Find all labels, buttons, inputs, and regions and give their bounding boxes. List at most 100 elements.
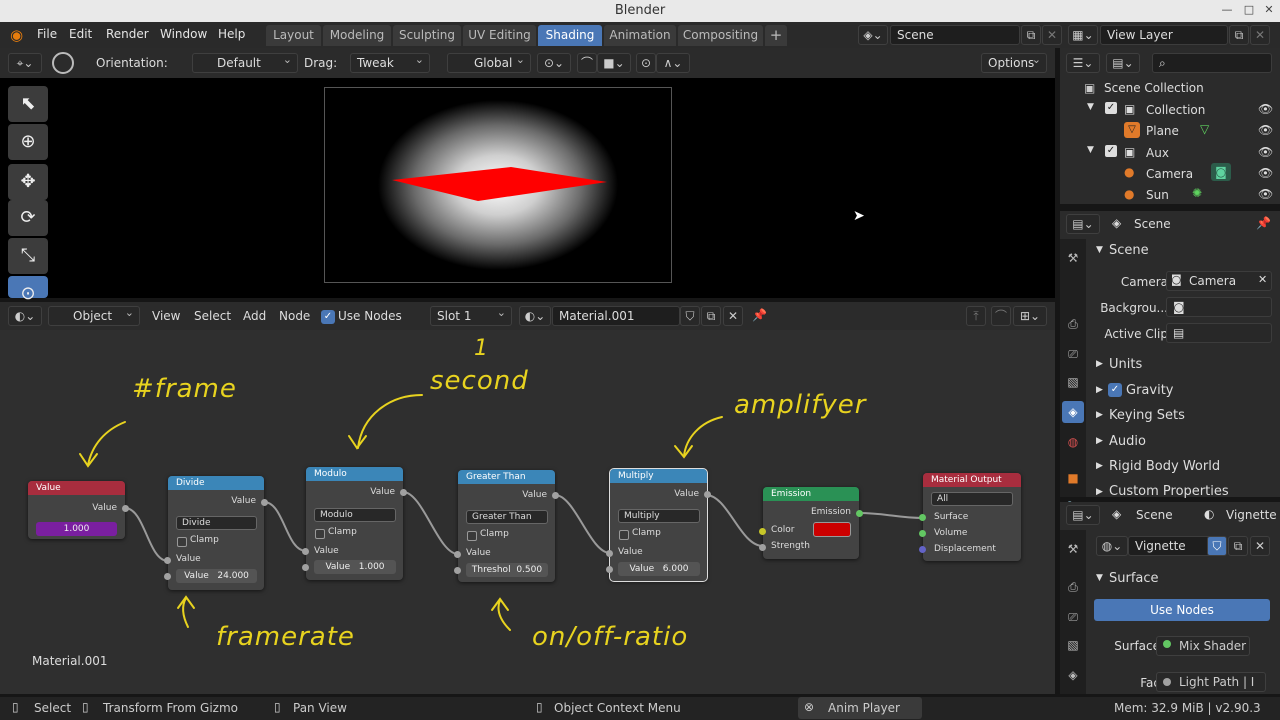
fake-user-icon[interactable]: ⛉ xyxy=(680,306,700,326)
object-tab-icon[interactable]: ■ xyxy=(1062,467,1084,489)
surface-section-title[interactable]: Surface xyxy=(1109,571,1159,586)
snap-mode-icon[interactable]: ⊞⌄ xyxy=(1013,306,1047,326)
gravity-checkbox[interactable]: ✓ xyxy=(1108,383,1122,397)
scene-selector-icon[interactable]: ◈⌄ xyxy=(858,25,888,45)
tab-uv-editing[interactable]: UV Editing xyxy=(463,25,536,46)
pivot-point-icon[interactable]: ⊙⌄ xyxy=(537,53,571,73)
expand-rigidbody-icon[interactable]: ▶ xyxy=(1096,461,1103,471)
duplicate-material-icon[interactable]: ⧉ xyxy=(701,306,721,326)
material-browse-icon[interactable]: ◐⌄ xyxy=(519,306,551,326)
outliner-item-aux[interactable]: Aux xyxy=(1146,146,1169,160)
material-field[interactable]: Material.001 xyxy=(552,306,680,326)
collapse-surface-icon[interactable]: ▼ xyxy=(1096,573,1103,583)
properties-type-icon[interactable]: ▤⌄ xyxy=(1066,214,1100,234)
maximize-icon[interactable]: □ xyxy=(1242,3,1256,17)
menu-file[interactable]: File xyxy=(37,27,57,41)
clear-camera-icon[interactable]: ✕ xyxy=(1258,273,1267,286)
expand-units-icon[interactable]: ▶ xyxy=(1096,359,1103,369)
expand-gravity-icon[interactable]: ▶ xyxy=(1096,385,1103,395)
tool-tab-icon[interactable]: ⚒ xyxy=(1062,538,1084,560)
menu-view[interactable]: View xyxy=(152,309,180,323)
menu-render[interactable]: Render xyxy=(106,27,149,41)
view-layer-icon[interactable]: ▦⌄ xyxy=(1068,25,1098,45)
audio-panel[interactable]: Audio xyxy=(1109,434,1146,449)
transform-tool-icon[interactable]: ⊙ xyxy=(8,276,48,304)
fake-user-icon[interactable]: ⛉ xyxy=(1207,536,1227,556)
snap-node-icon[interactable]: ⌒ xyxy=(991,306,1011,326)
visibility-eye-icon[interactable]: 👁 xyxy=(1258,102,1273,116)
duplicate-world-icon[interactable]: ⧉ xyxy=(1228,536,1248,556)
tab-animation[interactable]: Animation xyxy=(604,25,676,46)
menu-edit[interactable]: Edit xyxy=(69,27,92,41)
visibility-eye-icon[interactable]: 👁 xyxy=(1258,166,1273,180)
units-panel[interactable]: Units xyxy=(1109,357,1142,372)
snap-icon[interactable]: ⌒ xyxy=(577,53,597,73)
anim-player-job[interactable]: ⊗ Anim Player xyxy=(798,697,922,719)
scale-tool-icon[interactable]: ⤡ xyxy=(8,238,48,274)
view-layer-tab-icon[interactable]: ▧ xyxy=(1062,371,1084,393)
menu-help[interactable]: Help xyxy=(218,27,245,41)
transform-pivot-icon[interactable] xyxy=(52,52,74,74)
orientation-dropdown[interactable]: Default xyxy=(192,51,298,73)
expand-collection-icon[interactable]: ▼ xyxy=(1087,102,1094,112)
new-scene-icon[interactable]: ⧉ xyxy=(1021,25,1041,45)
cursor-tool-icon[interactable]: ⊕ xyxy=(8,124,48,160)
rotate-tool-icon[interactable]: ⟳ xyxy=(8,200,48,236)
menu-window[interactable]: Window xyxy=(160,27,207,41)
unlink-material-icon[interactable]: ✕ xyxy=(723,306,743,326)
gravity-panel[interactable]: Gravity xyxy=(1126,383,1173,398)
aux-checkbox[interactable]: ✓ xyxy=(1105,145,1117,157)
falloff-icon[interactable]: ∧⌄ xyxy=(656,53,690,73)
outliner-item-collection[interactable]: Collection xyxy=(1146,103,1205,117)
expand-keying-icon[interactable]: ▶ xyxy=(1096,410,1103,420)
node-editor-type-icon[interactable]: ◐⌄ xyxy=(8,306,42,326)
add-workspace-icon[interactable]: + xyxy=(765,25,787,46)
slot-dropdown[interactable]: Slot 1 xyxy=(430,304,512,326)
scene-field[interactable]: Scene xyxy=(890,25,1020,45)
node-editor-canvas[interactable]: Value Value 1.000 Divide Value Divide Cl… xyxy=(0,330,1055,694)
display-mode-icon[interactable]: ▤⌄ xyxy=(1106,53,1140,73)
delete-view-layer-icon[interactable]: ✕ xyxy=(1250,25,1270,45)
minimize-icon[interactable]: — xyxy=(1220,3,1234,17)
pin-icon[interactable]: 📌 xyxy=(1256,216,1271,230)
move-tool-icon[interactable]: ✥ xyxy=(8,164,48,200)
tab-modeling[interactable]: Modeling xyxy=(323,25,391,46)
menu-add[interactable]: Add xyxy=(243,309,266,323)
view-layer-tab-icon[interactable]: ▧ xyxy=(1062,634,1084,656)
use-nodes-checkbox[interactable]: ✓ xyxy=(321,310,335,324)
pin-icon[interactable]: 📌 xyxy=(752,308,767,322)
background-field[interactable]: ◙ xyxy=(1166,297,1272,317)
expand-audio-icon[interactable]: ▶ xyxy=(1096,436,1103,446)
world-browse-icon[interactable]: ◍⌄ xyxy=(1096,536,1128,556)
object-mode-dropdown[interactable]: Object xyxy=(48,304,140,326)
outliner-search-input[interactable]: ⌕ xyxy=(1152,53,1272,73)
custom-properties-panel[interactable]: Custom Properties xyxy=(1109,484,1229,499)
output-tab-icon[interactable]: ⎚ xyxy=(1062,606,1084,628)
proportional-edit-icon[interactable]: ⊙ xyxy=(636,53,656,73)
outliner-item-sun[interactable]: Sun xyxy=(1146,188,1169,202)
active-clip-field[interactable]: ▤ xyxy=(1166,323,1272,343)
close-icon[interactable]: ✕ xyxy=(1262,3,1276,17)
parent-node-icon[interactable]: ⤒ xyxy=(966,306,986,326)
outliner-item-camera[interactable]: Camera xyxy=(1146,167,1193,181)
camera-data-icon[interactable]: ◙ xyxy=(1211,163,1231,181)
options-dropdown[interactable]: Options xyxy=(981,51,1047,73)
collapse-scene-icon[interactable]: ▼ xyxy=(1096,245,1103,255)
snap-target-icon[interactable]: ■⌄ xyxy=(597,53,631,73)
keying-sets-panel[interactable]: Keying Sets xyxy=(1109,408,1185,423)
expand-aux-icon[interactable]: ▼ xyxy=(1087,145,1094,155)
menu-node[interactable]: Node xyxy=(279,309,310,323)
new-view-layer-icon[interactable]: ⧉ xyxy=(1229,25,1249,45)
editor-type-icon[interactable]: ⌖⌄ xyxy=(8,53,42,73)
world-name-field[interactable]: Vignette xyxy=(1128,536,1216,556)
tab-shading[interactable]: Shading xyxy=(538,25,602,46)
visibility-eye-icon[interactable]: 👁 xyxy=(1258,123,1273,137)
visibility-eye-icon[interactable]: 👁 xyxy=(1258,145,1273,159)
select-tool-icon[interactable]: ⬉ xyxy=(8,86,48,122)
transform-orientation-dropdown[interactable]: Global xyxy=(447,51,531,73)
delete-scene-icon[interactable]: ✕ xyxy=(1042,25,1062,45)
world-tab-icon[interactable]: ◍ xyxy=(1062,431,1084,453)
scene-section-title[interactable]: Scene xyxy=(1109,243,1149,258)
properties-type-icon[interactable]: ▤⌄ xyxy=(1066,505,1100,525)
use-nodes-button[interactable]: Use Nodes xyxy=(1094,599,1270,621)
